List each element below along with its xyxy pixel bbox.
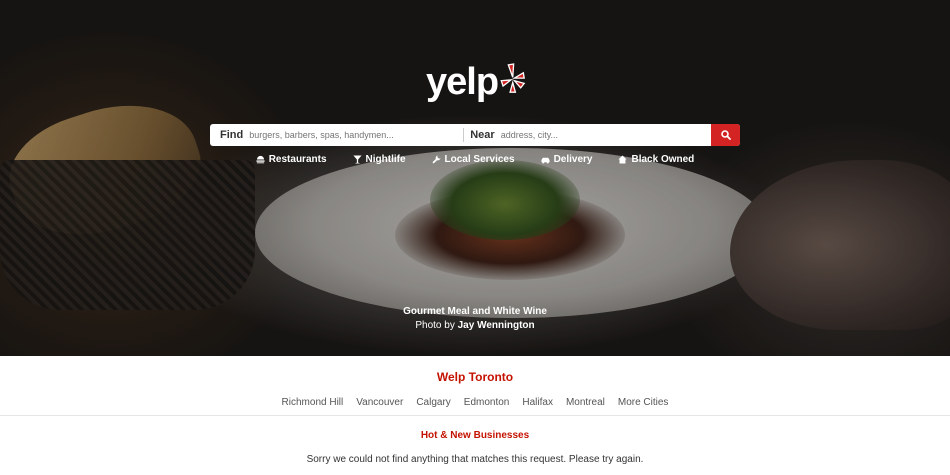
near-label: Near: [470, 129, 495, 141]
category-restaurants[interactable]: Restaurants: [256, 154, 327, 165]
hero-banner: yelp Find Near Restaurants: [0, 0, 950, 356]
home-icon: [618, 155, 628, 164]
logo-text: yelp: [426, 61, 499, 103]
city-link-calgary[interactable]: Calgary: [416, 397, 450, 408]
city-link-edmonton[interactable]: Edmonton: [464, 397, 510, 408]
cities-section: Welp Toronto Richmond Hill Vancouver Cal…: [0, 356, 950, 416]
near-input[interactable]: [500, 125, 695, 145]
city-link-montreal[interactable]: Montreal: [566, 397, 605, 408]
find-input[interactable]: [249, 125, 460, 145]
city-link-vancouver[interactable]: Vancouver: [356, 397, 403, 408]
category-label: Nightlife: [365, 154, 406, 165]
cocktail-icon: [352, 155, 362, 164]
city-link-richmond-hill[interactable]: Richmond Hill: [282, 397, 344, 408]
car-icon: [541, 157, 550, 164]
category-nav: Restaurants Nightlife Local Services Del…: [0, 154, 950, 165]
search-button[interactable]: [711, 124, 740, 146]
hero-overlay: [0, 0, 950, 356]
category-black-owned[interactable]: Black Owned: [618, 154, 694, 165]
category-label: Delivery: [553, 154, 593, 165]
search-icon: [720, 130, 731, 140]
credit-prefix: Photo by: [415, 320, 455, 331]
restaurant-icon: [256, 155, 265, 164]
find-label: Find: [220, 129, 244, 141]
cities-title: Welp Toronto: [436, 370, 514, 384]
city-list: Richmond Hill Vancouver Calgary Edmonton…: [0, 397, 950, 408]
yelp-burst-icon: [500, 63, 526, 93]
more-cities-link[interactable]: More Cities: [618, 397, 669, 408]
category-label: Restaurants: [268, 154, 327, 165]
photo-credit: Photo by Jay Wennington: [0, 319, 950, 333]
hot-new-section: Hot & New Businesses Sorry we could not …: [0, 416, 950, 465]
photo-title[interactable]: Gourmet Meal and White Wine: [0, 305, 950, 319]
photographer-link[interactable]: Jay Wennington: [458, 320, 535, 331]
category-local-services[interactable]: Local Services: [431, 154, 515, 165]
city-link-halifax[interactable]: Halifax: [522, 397, 553, 408]
wrench-icon: [431, 155, 441, 164]
yelp-logo[interactable]: yelp: [426, 60, 526, 104]
hero-caption: Gourmet Meal and White Wine Photo by Jay…: [0, 305, 950, 333]
hot-new-title: Hot & New Businesses: [420, 430, 530, 441]
search-bar: Find Near: [210, 124, 740, 146]
empty-results-message: Sorry we could not find anything that ma…: [306, 454, 644, 465]
category-nightlife[interactable]: Nightlife: [352, 154, 406, 165]
category-label: Black Owned: [631, 154, 695, 165]
category-delivery[interactable]: Delivery: [541, 154, 593, 165]
search-divider: [463, 128, 465, 142]
category-label: Local Services: [444, 154, 515, 165]
